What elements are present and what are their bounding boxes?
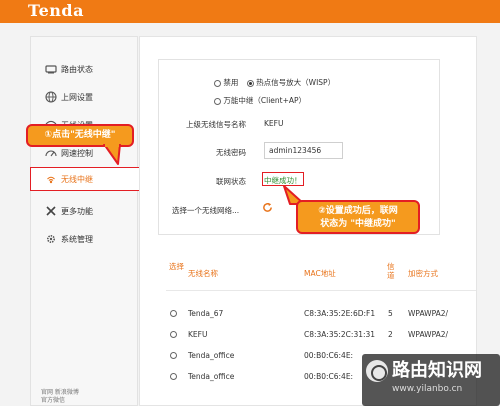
radio-wisp[interactable] <box>246 79 254 87</box>
repeater-icon <box>45 173 57 185</box>
site-watermark: 路由知识网 www.yilanbo.cn <box>362 354 500 406</box>
row-radio[interactable] <box>170 310 177 317</box>
ssid-value: KEFU <box>264 119 284 128</box>
sidebar-footer: 官网 新浪微博 官方微信 <box>41 389 79 405</box>
col-encrypt: 加密方式 <box>408 269 438 278</box>
callout-step2: ②设置成功后，联网 状态为 "中继成功" <box>296 200 420 234</box>
status-icon <box>45 63 57 75</box>
row-radio[interactable] <box>170 331 177 338</box>
sidebar: 路由状态 上网设置 无线设置 网速控制 无线中继 更多功能 系统管理 <box>30 36 140 406</box>
row-mac: C8:3A:35:2C:31:31 <box>304 330 376 339</box>
top-bar: Tenda <box>0 0 500 23</box>
status-value: 中继成功！ <box>264 176 302 185</box>
col-name: 无线名称 <box>188 269 218 278</box>
radio-disable[interactable] <box>214 79 221 87</box>
row-mac: 00:B0:C6:4E: <box>304 351 354 360</box>
table-divider <box>166 290 476 291</box>
watermark-logo-icon <box>366 360 388 382</box>
mode-row-1: 禁用 热点信号放大（WISP） <box>214 77 335 88</box>
sidebar-item-label: 上网设置 <box>61 92 93 102</box>
sidebar-item-label: 路由状态 <box>61 64 93 74</box>
table-row[interactable]: Tenda_67 C8:3A:35:2E:6D:F1 5 WPAWPA2/ <box>166 304 476 324</box>
sidebar-item-system[interactable]: 系统管理 <box>31 227 139 251</box>
row-mac: C8:3A:35:2E:6D:F1 <box>304 309 376 318</box>
select-network-label: 选择一个无线网络... <box>172 206 240 215</box>
sidebar-item-label: 无线中继 <box>61 174 93 184</box>
ssid-label: 上级无线信号名称 <box>186 120 246 129</box>
row-name: Tenda_office <box>188 372 235 381</box>
status-label: 联网状态 <box>216 177 246 186</box>
callout-step2-line2: 状态为 "中继成功" <box>320 219 396 229</box>
footer-wechat[interactable]: 官方微信 <box>41 397 79 405</box>
sidebar-item-status[interactable]: 路由状态 <box>31 57 139 81</box>
tools-icon <box>45 205 57 217</box>
globe-icon <box>45 91 57 103</box>
speed-icon <box>45 147 57 159</box>
sidebar-item-internet[interactable]: 上网设置 <box>31 85 139 109</box>
watermark-url: www.yilanbo.cn <box>392 384 463 394</box>
brand-logo: Tenda <box>28 1 84 20</box>
row-radio[interactable] <box>170 373 177 380</box>
col-select: 选择 <box>169 262 184 271</box>
row-channel: 2 <box>388 330 393 339</box>
radio-disable-label: 禁用 <box>223 78 239 87</box>
gear-icon <box>45 233 57 245</box>
radio-wisp-label: 热点信号放大（WISP） <box>256 78 336 87</box>
row-channel: 5 <box>388 309 393 318</box>
refresh-icon[interactable] <box>262 202 273 215</box>
table-row[interactable]: KEFU C8:3A:35:2C:31:31 2 WPAWPA2/ <box>166 325 476 345</box>
row-encrypt: WPAWPA2/ <box>408 330 449 339</box>
radio-client-ap[interactable] <box>214 97 221 105</box>
col-mac: MAC地址 <box>304 269 336 278</box>
sidebar-item-label: 更多功能 <box>61 206 93 216</box>
footer-links[interactable]: 官网 新浪微博 <box>41 389 79 397</box>
sidebar-item-label: 网速控制 <box>61 148 93 158</box>
row-name: Tenda_office <box>188 351 235 360</box>
row-encrypt: WPAWPA2/ <box>408 309 449 318</box>
sidebar-item-repeater[interactable]: 无线中继 <box>30 167 140 191</box>
callout-step2-line1: ②设置成功后，联网 <box>318 206 398 216</box>
col-channel: 信道 <box>387 262 395 280</box>
sidebar-item-label: 系统管理 <box>61 234 93 244</box>
callout-step1-pointer <box>103 144 121 165</box>
sidebar-item-more[interactable]: 更多功能 <box>31 199 139 223</box>
mode-row-2: 万能中继（Client+AP） <box>214 95 306 106</box>
row-mac: 00:B0:C6:4E: <box>304 372 354 381</box>
watermark-title: 路由知识网 <box>392 360 482 381</box>
password-input[interactable]: admin123456 <box>264 142 343 159</box>
radio-client-ap-label: 万能中继（Client+AP） <box>223 96 307 105</box>
row-name: KEFU <box>188 330 208 339</box>
row-radio[interactable] <box>170 352 177 359</box>
row-name: Tenda_67 <box>188 309 224 318</box>
password-label: 无线密码 <box>216 148 246 157</box>
